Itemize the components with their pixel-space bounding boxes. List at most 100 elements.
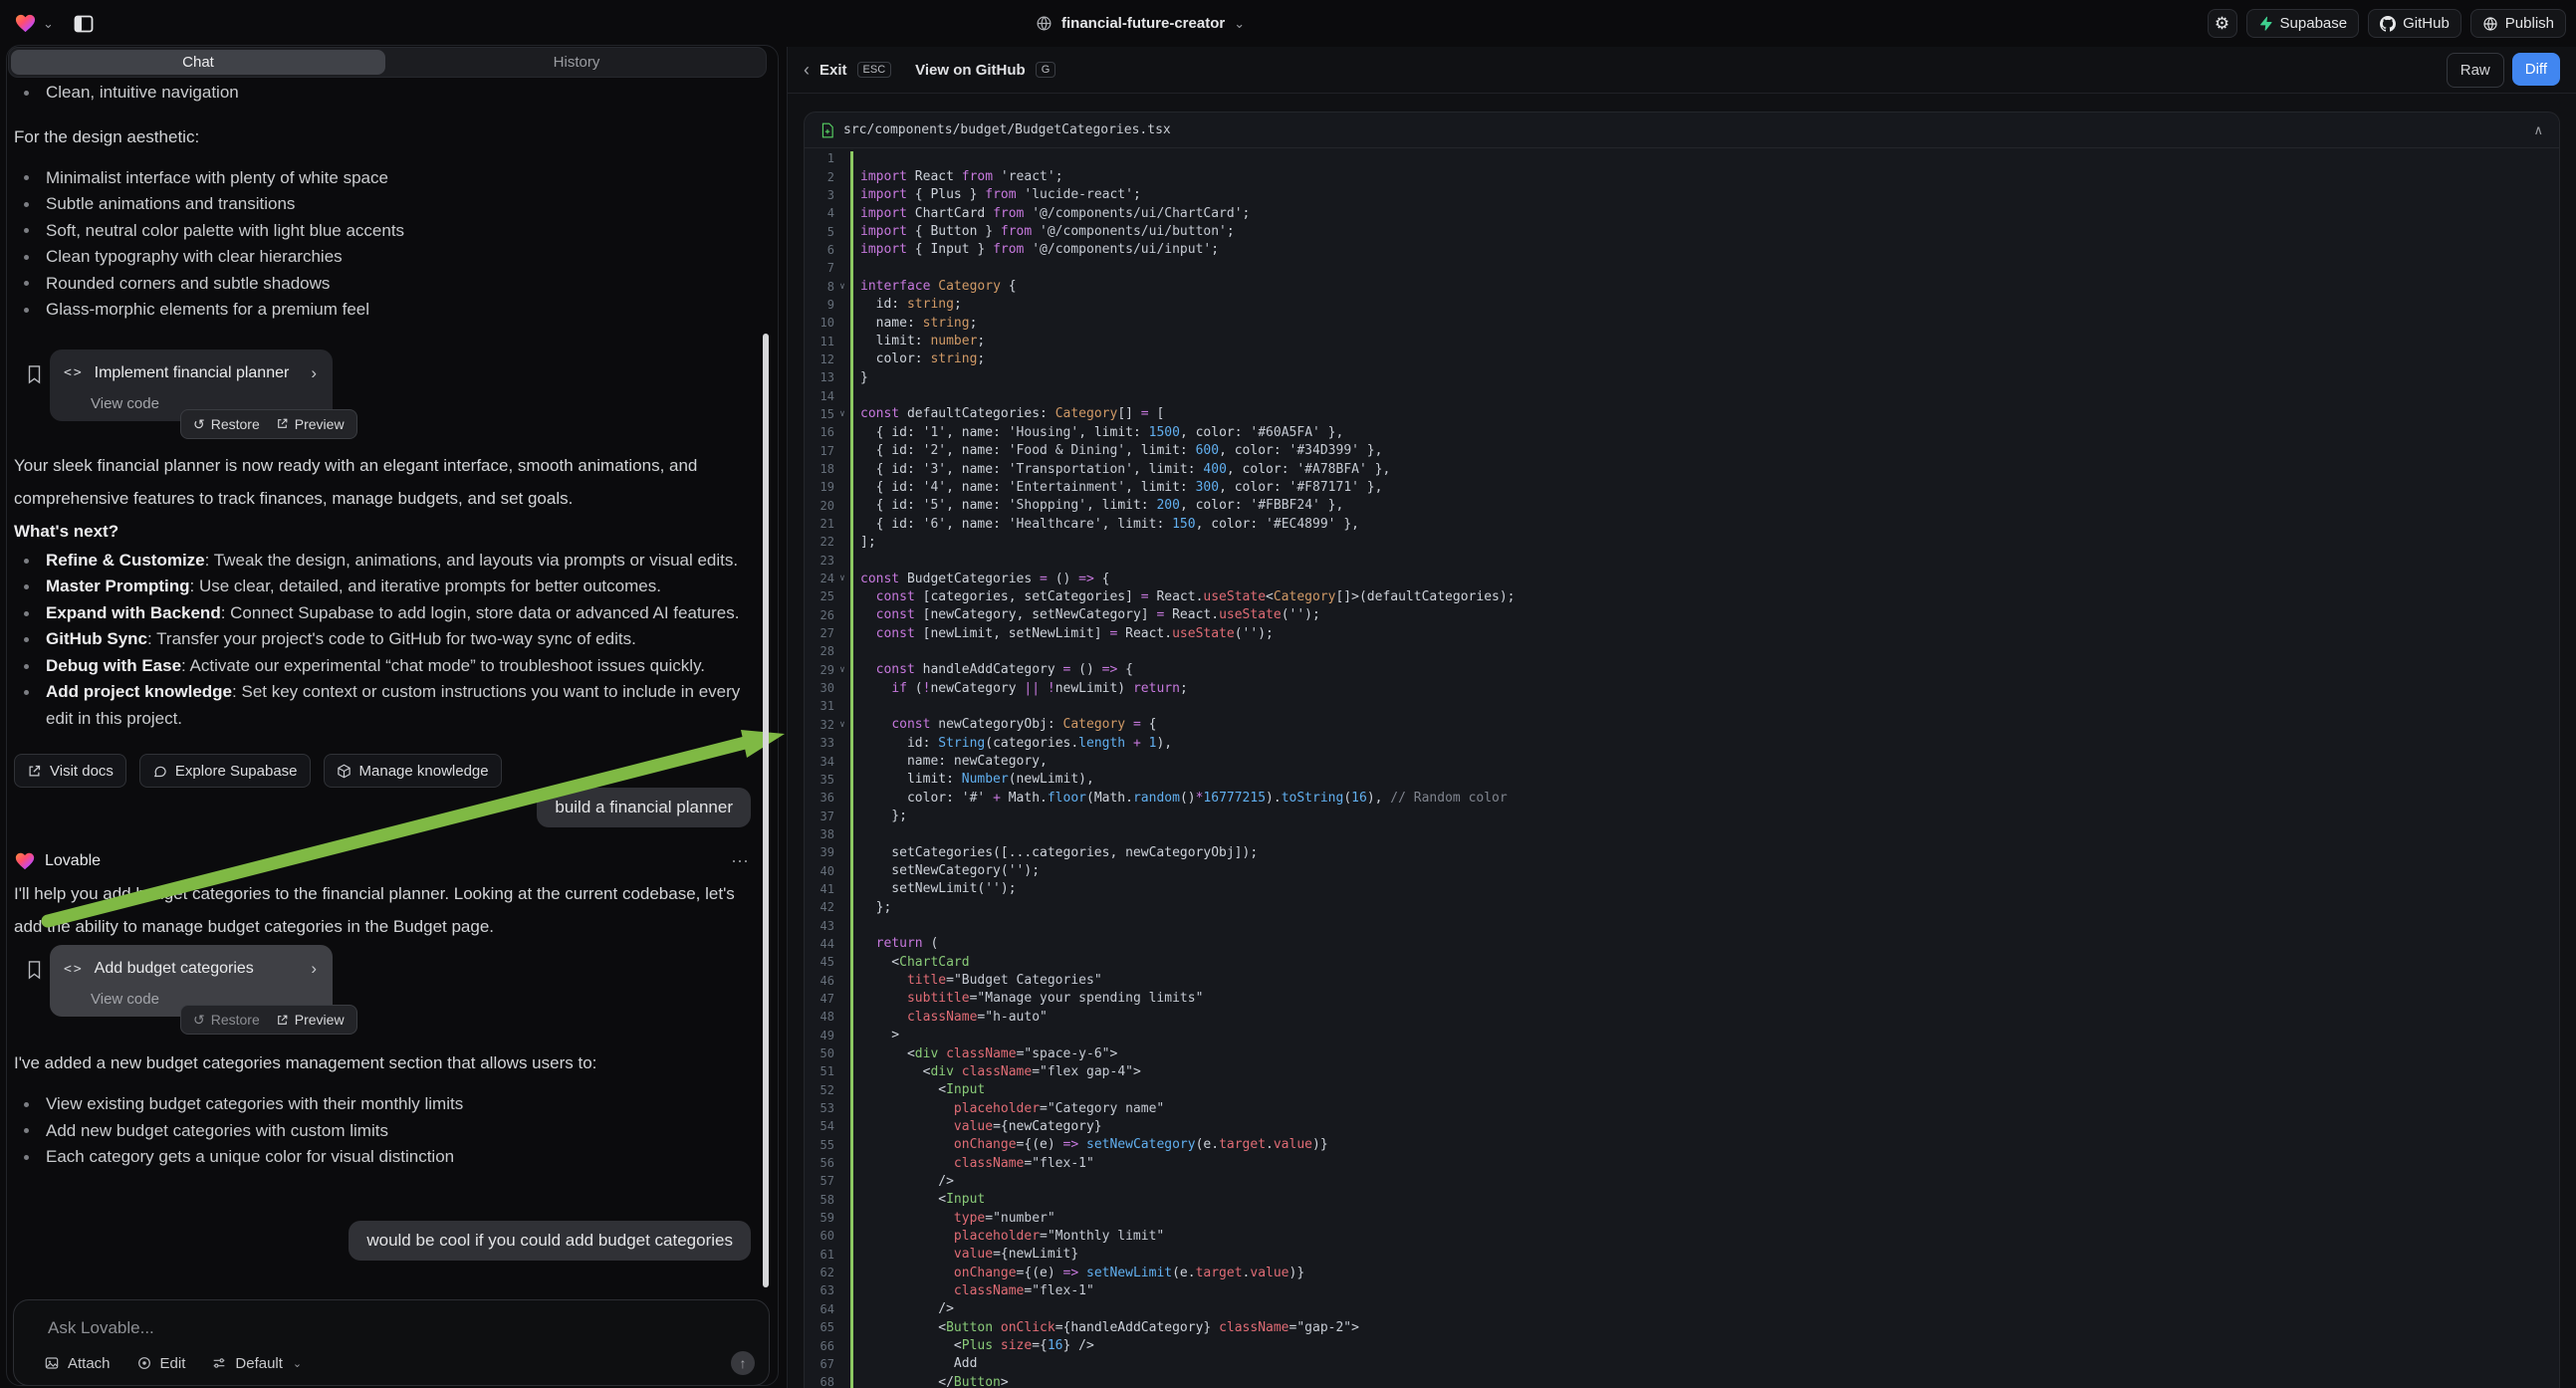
- fold-chevron-icon[interactable]: ∨: [834, 720, 850, 730]
- code-line: 12 color: string;: [805, 350, 2559, 368]
- chat-composer[interactable]: Ask Lovable... Attach Edit: [13, 1299, 770, 1386]
- fold-chevron-icon[interactable]: ∨: [834, 282, 850, 292]
- project-chevron-down-icon: ⌄: [1234, 17, 1245, 30]
- preview-button[interactable]: Preview: [276, 416, 345, 432]
- line-number: 50: [805, 1046, 834, 1060]
- list-item: Clean, intuitive navigation: [14, 80, 751, 107]
- code-text: title="Budget Categories": [850, 973, 1102, 988]
- list-item: Soft, neutral color palette with light b…: [14, 218, 751, 245]
- code-line: 8∨interface Category {: [805, 277, 2559, 295]
- line-number: 22: [805, 535, 834, 549]
- code-brackets-icon: <>: [64, 365, 84, 380]
- publish-button[interactable]: Publish: [2470, 9, 2566, 38]
- github-button-label: GitHub: [2403, 15, 2450, 32]
- raw-toggle-button[interactable]: Raw: [2447, 53, 2504, 88]
- code-text: <div className="space-y-6">: [850, 1046, 1117, 1061]
- supabase-button-label: Supabase: [2280, 15, 2348, 32]
- bullet-dot-icon: [24, 664, 29, 669]
- list-item-text: Subtle animations and transitions: [46, 194, 295, 214]
- code-text: className="flex-1": [850, 1156, 1094, 1171]
- preview-button[interactable]: Preview: [276, 1012, 345, 1028]
- chat-paragraph: I've added a new budget categories manag…: [14, 1046, 751, 1079]
- list-item-lead: GitHub Sync: [46, 629, 147, 648]
- line-number: 1: [805, 151, 834, 165]
- edit-button[interactable]: Edit: [136, 1355, 186, 1372]
- bookmark-icon[interactable]: [27, 364, 42, 384]
- code-text: <Input: [850, 1082, 985, 1097]
- bookmark-icon[interactable]: [27, 960, 42, 980]
- list-item-text: Clean typography with clear hierarchies: [46, 247, 343, 267]
- line-number: 12: [805, 352, 834, 366]
- mode-select[interactable]: Default ⌄: [211, 1355, 302, 1372]
- chat-message-list[interactable]: Clean, intuitive navigation For the desig…: [0, 78, 777, 1296]
- diff-added-gutter: [850, 151, 853, 1388]
- top-header: ⌄ financial-future-creator ⌄ ⚙ Supabase: [0, 0, 2576, 48]
- line-number: 35: [805, 773, 834, 787]
- chat-history-tabs: Chat History: [8, 47, 767, 78]
- code-view[interactable]: 12import React from 'react';3import { Pl…: [805, 149, 2559, 1388]
- logo-chevron-down-icon[interactable]: ⌄: [43, 17, 54, 30]
- line-number: 59: [805, 1211, 834, 1225]
- fold-chevron-icon[interactable]: ∨: [834, 574, 850, 583]
- code-line: 59 type="number": [805, 1209, 2559, 1227]
- g-kbd-badge: G: [1036, 62, 1056, 78]
- code-line: 17 { id: '2', name: 'Food & Dining', lim…: [805, 442, 2559, 460]
- tab-chat[interactable]: Chat: [11, 50, 385, 75]
- project-switcher[interactable]: financial-future-creator ⌄: [1036, 0, 1245, 47]
- bullet-dot-icon: [24, 202, 29, 207]
- github-button[interactable]: GitHub: [2368, 9, 2461, 38]
- publish-globe-icon: [2482, 16, 2498, 32]
- lovable-logo-icon[interactable]: [14, 12, 37, 35]
- code-text: };: [850, 900, 891, 915]
- list-item: Each category gets a unique color for vi…: [14, 1144, 751, 1171]
- collapse-chevron-up-icon[interactable]: ∧: [2533, 122, 2543, 138]
- restore-button[interactable]: ↺Restore: [193, 1012, 260, 1028]
- code-text: onChange={(e) => setNewLimit(e.target.va…: [850, 1266, 1304, 1280]
- list-item: Subtle animations and transitions: [14, 191, 751, 218]
- list-item-lead: Master Prompting: [46, 577, 190, 595]
- send-button[interactable]: ↑: [731, 1351, 755, 1375]
- supabase-button[interactable]: Supabase: [2246, 9, 2360, 38]
- line-number: 40: [805, 864, 834, 878]
- restore-button[interactable]: ↺Restore: [193, 416, 260, 432]
- code-line: 62 onChange={(e) => setNewLimit(e.target…: [805, 1264, 2559, 1281]
- back-chevron-icon[interactable]: ‹: [804, 60, 810, 81]
- project-name[interactable]: financial-future-creator: [1061, 15, 1225, 32]
- exit-button[interactable]: Exit: [820, 62, 847, 79]
- fold-chevron-icon[interactable]: ∨: [834, 409, 850, 419]
- code-line: 10 name: string;: [805, 314, 2559, 332]
- code-text: type="number": [850, 1211, 1055, 1226]
- code-text: placeholder="Category name": [850, 1101, 1164, 1116]
- attach-button[interactable]: Attach: [44, 1355, 111, 1372]
- code-line: 16 { id: '1', name: 'Housing', limit: 15…: [805, 423, 2559, 441]
- version-actions-pill: ↺Restore Preview: [180, 409, 357, 439]
- chat-panel: Chat History Clean, intuitive navigation…: [0, 47, 787, 1388]
- view-on-github-button[interactable]: View on GitHub: [915, 62, 1026, 79]
- line-number: 42: [805, 900, 834, 914]
- message-menu-button[interactable]: ⋯: [731, 851, 751, 872]
- composer-placeholder[interactable]: Ask Lovable...: [48, 1318, 154, 1338]
- next-steps-list: Refine & Customize: Tweak the design, an…: [14, 548, 751, 733]
- code-text: <Plus size={16} />: [850, 1338, 1094, 1353]
- line-number: 41: [805, 882, 834, 896]
- code-text: setCategories([...categories, newCategor…: [850, 845, 1258, 860]
- file-path-bar[interactable]: src/components/budget/BudgetCategories.t…: [805, 113, 2559, 148]
- manage-knowledge-button[interactable]: Manage knowledge: [324, 754, 502, 788]
- code-line: 35 limit: Number(newLimit),: [805, 771, 2559, 789]
- sidebar-toggle-icon[interactable]: [72, 12, 96, 36]
- settings-button[interactable]: ⚙: [2208, 9, 2237, 38]
- line-number: 20: [805, 499, 834, 513]
- line-number: 47: [805, 992, 834, 1006]
- list-item-lead: Add project knowledge: [46, 682, 232, 701]
- explore-supabase-button[interactable]: Explore Supabase: [139, 754, 311, 788]
- code-text: import { Input } from '@/components/ui/i…: [850, 242, 1219, 257]
- diff-toggle-button[interactable]: Diff: [2512, 53, 2560, 86]
- bullet-dot-icon: [24, 308, 29, 313]
- line-number: 26: [805, 608, 834, 622]
- line-number: 9: [805, 298, 834, 312]
- visit-docs-button[interactable]: Visit docs: [14, 754, 126, 788]
- fold-chevron-icon[interactable]: ∨: [834, 665, 850, 675]
- chat-paragraph: For the design aesthetic:: [14, 120, 751, 153]
- tab-history[interactable]: History: [389, 50, 764, 75]
- chat-scrollbar[interactable]: [763, 334, 769, 1287]
